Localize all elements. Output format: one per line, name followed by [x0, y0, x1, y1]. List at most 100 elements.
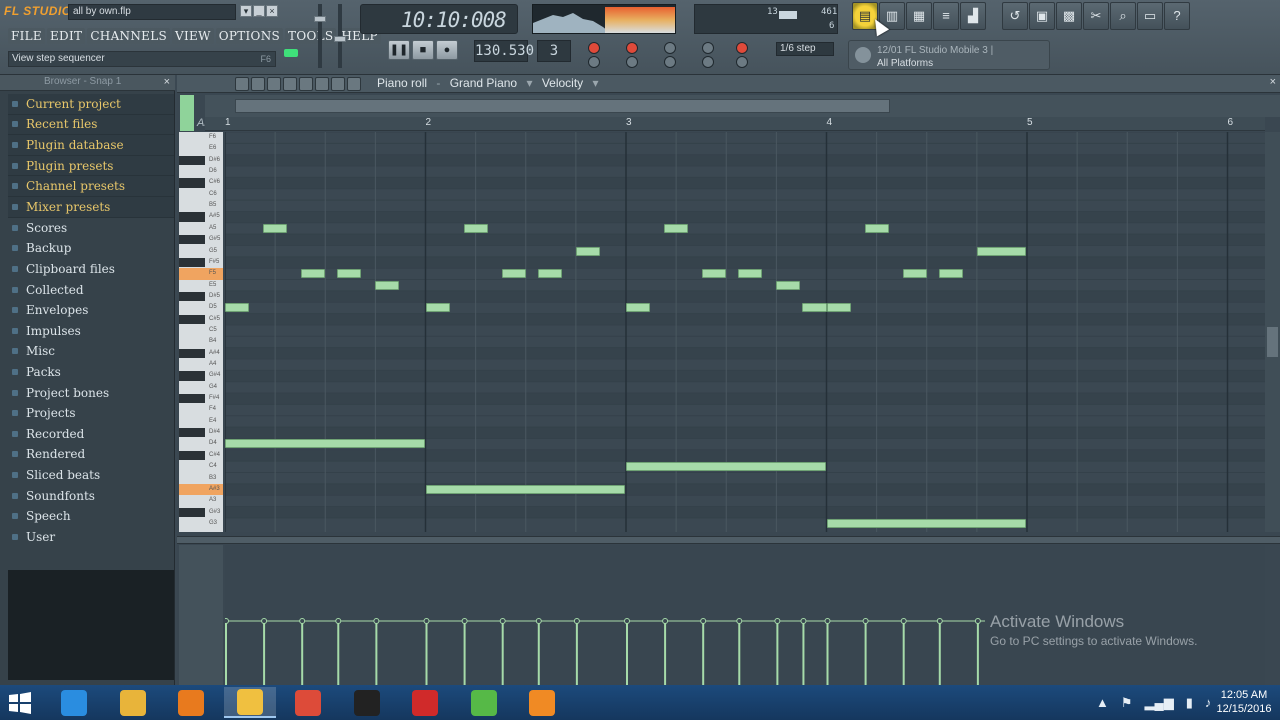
black-key[interactable] [179, 291, 205, 302]
note-f5[interactable] [938, 269, 963, 279]
close-icon[interactable]: × [164, 76, 170, 88]
network-icon[interactable]: ▂▄▆ [1145, 695, 1174, 711]
note-as3[interactable] [425, 484, 625, 494]
select-tool-icon[interactable] [315, 77, 329, 91]
browser-item-clipboard-files[interactable]: Clipboard files [8, 259, 174, 280]
pattern-selector[interactable]: 3 [537, 40, 571, 62]
delete-tool-icon[interactable] [267, 77, 281, 91]
black-key[interactable] [179, 235, 205, 245]
main-volume-knob[interactable] [314, 16, 326, 22]
metronome-icon[interactable] [664, 42, 676, 54]
taskbar-app-orange-app[interactable] [516, 687, 568, 718]
brush-tool-icon[interactable] [251, 77, 265, 91]
browser-item-speech[interactable]: Speech [8, 506, 174, 527]
note-d5[interactable] [225, 303, 250, 313]
browser-button[interactable]: ≡ [933, 2, 959, 30]
black-key[interactable] [179, 394, 205, 404]
taskbar-app-chrome[interactable] [282, 687, 334, 718]
note-d5[interactable] [826, 303, 851, 313]
typing-keyboard-icon[interactable] [664, 56, 676, 68]
taskbar-app-file-explorer[interactable] [107, 687, 159, 718]
battery-icon[interactable]: ▮ [1186, 695, 1193, 711]
note-f5[interactable] [337, 269, 362, 279]
clipboard-icon[interactable]: ▭ [1137, 2, 1163, 30]
note-a5[interactable] [864, 223, 889, 233]
note-f5[interactable] [537, 269, 562, 279]
blend-icon[interactable] [588, 56, 600, 68]
countdown-icon[interactable] [626, 42, 638, 54]
menu-file[interactable]: FILE [8, 28, 45, 44]
note-f5[interactable] [501, 269, 526, 279]
search-icon[interactable]: ⌕ [1110, 2, 1136, 30]
piano-keyboard[interactable]: F6 E6 D#6 D6 C#6 C6 B5 A#5 A5 G#5 G5 F#5 F5 E5 D#5 D5 C#… [179, 132, 223, 532]
mute-tool-icon[interactable] [283, 77, 297, 91]
lane-selector[interactable]: Velocity [542, 76, 583, 90]
tray-expand-icon[interactable]: ▲ [1096, 695, 1109, 710]
note-g5[interactable] [575, 246, 600, 256]
render-icon[interactable]: ▩ [1056, 2, 1082, 30]
tools-icon[interactable]: ✂ [1083, 2, 1109, 30]
taskbar-app-ie[interactable] [48, 687, 100, 718]
browser-item-current-project[interactable]: Current project [8, 94, 174, 115]
save-icon[interactable]: ▣ [1029, 2, 1055, 30]
menu-edit[interactable]: EDIT [47, 28, 86, 44]
black-key[interactable] [179, 450, 205, 461]
black-key[interactable] [179, 507, 205, 517]
slice-tool-icon[interactable] [299, 77, 313, 91]
browser-item-plugin-presets[interactable]: Plugin presets [8, 155, 174, 177]
note-f5[interactable] [702, 269, 727, 279]
windows-start-icon[interactable] [8, 691, 32, 715]
note-f5[interactable] [301, 269, 326, 279]
note-a5[interactable] [263, 223, 288, 233]
multilink-icon[interactable] [702, 56, 714, 68]
black-key[interactable] [179, 371, 205, 381]
note-g3[interactable] [826, 518, 1026, 528]
news-panel[interactable]: 12/01 FL Studio Mobile 3 | All Platforms [848, 40, 1050, 70]
note-grid[interactable] [225, 132, 1265, 532]
black-key[interactable] [179, 257, 205, 268]
taskbar-app-recorder[interactable] [399, 687, 451, 718]
chevron-down-icon[interactable]: ▾ [526, 76, 532, 90]
browser-item-backup[interactable]: Backup [8, 238, 174, 259]
vertical-scrollbar[interactable] [1265, 132, 1280, 532]
browser-item-recent-files[interactable]: Recent files [8, 114, 174, 136]
taskbar-app-avast[interactable] [165, 687, 217, 718]
browser-item-recorded[interactable]: Recorded [8, 424, 174, 445]
help-icon[interactable]: ? [1164, 2, 1190, 30]
black-key[interactable] [179, 212, 205, 222]
note-d4[interactable] [225, 439, 425, 449]
browser-item-packs[interactable]: Packs [8, 362, 174, 383]
browser-item-sliced-beats[interactable]: Sliced beats [8, 465, 174, 486]
black-key[interactable] [179, 348, 205, 358]
browser-item-channel-presets[interactable]: Channel presets [8, 176, 174, 197]
wait-icon[interactable] [702, 42, 714, 54]
zoom-tool-icon[interactable] [331, 77, 345, 91]
snap-icon[interactable] [736, 56, 748, 68]
scrollbar-thumb[interactable] [1267, 327, 1278, 357]
playback-tool-icon[interactable] [347, 77, 361, 91]
browser-item-user[interactable]: User [8, 526, 174, 547]
menu-view[interactable]: VIEW [172, 28, 214, 44]
pencil-tool-icon[interactable] [235, 77, 249, 91]
highlighted-key[interactable] [179, 268, 223, 280]
black-key[interactable] [179, 314, 205, 324]
tempo-display[interactable]: 130.530 [474, 40, 534, 62]
browser-item-soundfonts[interactable]: Soundfonts [8, 485, 174, 506]
browser-item-rendered[interactable]: Rendered [8, 444, 174, 465]
browser-item-envelopes[interactable]: Envelopes [8, 300, 174, 321]
main-pitch-knob[interactable] [334, 36, 346, 42]
browser-item-scores[interactable]: Scores [8, 218, 174, 239]
record-button[interactable]: ● [436, 40, 458, 60]
taskbar-app-fl-studio[interactable] [223, 687, 276, 718]
loop-record-icon[interactable] [736, 42, 748, 54]
note-d5[interactable] [626, 303, 651, 313]
note-c4[interactable] [626, 462, 826, 472]
note-g5[interactable] [976, 246, 1026, 256]
note-a5[interactable] [664, 223, 689, 233]
mixer-button[interactable]: ▟ [960, 2, 986, 30]
black-key[interactable] [179, 178, 205, 188]
browser-item-plugin-database[interactable]: Plugin database [8, 135, 174, 156]
menu-tools[interactable]: TOOLS [285, 28, 337, 44]
note-f5[interactable] [738, 269, 763, 279]
close-icon[interactable]: × [1270, 76, 1276, 88]
